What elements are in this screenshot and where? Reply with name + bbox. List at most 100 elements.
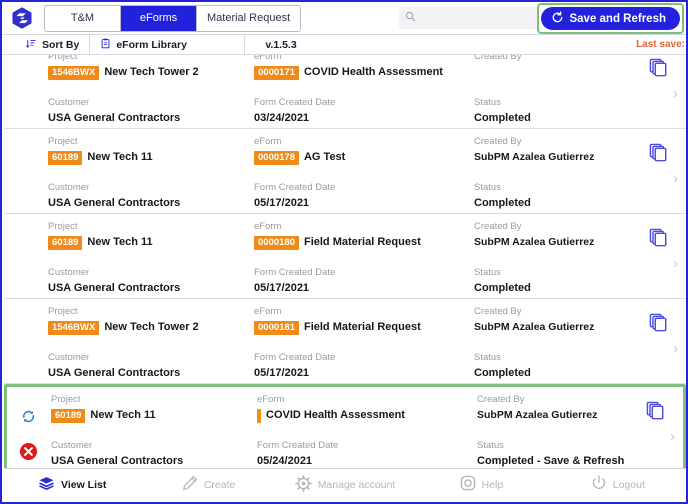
nav-item-manage-account[interactable]: Manage account [277,469,413,500]
project-value: 60189 New Tech 11 [48,235,254,250]
eform-name: COVID Health Assessment [303,66,443,78]
created-by-label: Created By [477,394,525,405]
list-toolbar: Sort By eForm Library v.1.5.3 Last save: [2,34,686,55]
chevron-right-icon[interactable]: › [673,171,678,186]
save-and-refresh-highlight: Save and Refresh [537,3,684,34]
table-row[interactable]: Project 60189 New Tech 11 Customer USA G… [4,129,686,214]
save-and-refresh-button[interactable]: Save and Refresh [541,7,680,30]
tab-tm[interactable]: T&M [45,5,121,31]
row-eform-column: eForm 0000181 Field Material Request For… [254,299,474,383]
eform-code-badge: 0000178 [254,150,299,165]
customer-value: USA General Contractors [48,282,181,294]
duplicate-icon[interactable] [649,228,668,252]
eform-library-label: eForm Library [116,38,187,51]
project-label: Project [48,221,78,232]
nav-item-create[interactable]: Create [140,469,276,500]
chevron-right-icon[interactable]: › [673,86,678,101]
bottom-navigation: View List Create Manage account Help Log… [4,468,686,500]
eform-name: COVID Health Assessment [266,409,405,421]
chevron-right-icon[interactable]: › [673,256,678,271]
nav-label-manage-account: Manage account [317,478,396,491]
form-created-date-label: Form Created Date [257,440,339,451]
nav-item-view-list[interactable]: View List [4,469,140,500]
chevron-right-icon[interactable]: › [673,341,678,356]
clipboard-icon [100,38,111,52]
row-status-icons [17,387,51,469]
project-code-badge: 1546BWX [48,65,100,80]
error-icon[interactable] [19,442,38,466]
form-created-date-value: 05/24/2021 [257,455,313,467]
project-name: New Tech Tower 2 [104,66,199,78]
eform-value: 0000180 Field Material Request [254,235,474,250]
sort-by-button[interactable]: Sort By [2,34,91,55]
eform-label: eForm [257,394,285,405]
status-label: Status [477,440,504,451]
customer-label: Customer [48,97,90,108]
status-value: Completed [474,112,531,124]
table-row[interactable]: Project 1546BWX New Tech Tower 2 Custome… [4,299,686,384]
tab-eforms[interactable]: eForms [121,5,197,31]
duplicate-icon[interactable] [649,313,668,337]
status-label: Status [474,267,501,278]
created-by-label: Created By [474,306,522,317]
project-code-badge: 1546BWX [48,320,100,335]
eform-value: 0000181 Field Material Request [254,320,474,335]
nav-label-view-list: View List [61,478,107,491]
power-icon [591,475,607,494]
status-label: Status [474,97,501,108]
form-created-date-label: Form Created Date [254,267,336,278]
eform-library-button[interactable]: eForm Library [90,34,246,55]
app-logo-icon [2,2,42,35]
created-by-label: Created By [474,221,522,232]
status-label: Status [474,352,501,363]
row-eform-column: eForm COVID Health Assessment Form Creat… [257,387,477,469]
sort-by-label: Sort By [42,38,80,51]
row-actions-column: › [646,387,683,469]
project-name: New Tech 11 [90,409,156,421]
tab-material-request[interactable]: Material Request [197,5,301,31]
table-row[interactable]: Project 1546BWX New Tech Tower 2 Custome… [4,46,686,129]
created-by-value: SubPM Azalea Gutierrez [477,409,598,421]
form-created-date-value: 03/24/2021 [254,112,310,124]
row-created-by-column: Created By Status Completed [474,46,644,128]
duplicate-icon[interactable] [649,143,668,167]
row-actions-column: › [644,46,686,128]
save-and-refresh-label: Save and Refresh [569,12,666,25]
status-value: Completed [474,197,531,209]
duplicate-icon[interactable] [646,401,665,425]
customer-label: Customer [48,267,90,278]
nav-item-logout[interactable]: Logout [550,469,686,500]
row-actions-column: › [644,214,686,298]
gear-icon [294,474,312,495]
table-row-highlighted[interactable]: Project 60189 New Tech 11 Customer USA G… [4,384,686,471]
chevron-right-icon[interactable]: › [670,429,675,444]
status-value: Completed [474,367,531,379]
eform-name: Field Material Request [303,321,421,333]
project-label: Project [51,394,81,405]
project-name: New Tech Tower 2 [104,321,199,333]
table-row[interactable]: Project 60189 New Tech 11 Customer USA G… [4,214,686,299]
eform-code-badge [257,408,261,423]
eform-label: eForm [254,306,282,317]
eforms-list[interactable]: Project 1546BWX New Tech Tower 2 Custome… [4,46,686,471]
form-created-date-label: Form Created Date [254,182,336,193]
eform-label: eForm [254,221,282,232]
form-created-date-label: Form Created Date [254,97,336,108]
row-project-column: Project 60189 New Tech 11 Customer USA G… [48,129,254,213]
row-project-column: Project 1546BWX New Tech Tower 2 Custome… [48,299,254,383]
customer-label: Customer [48,352,90,363]
row-project-column: Project 1546BWX New Tech Tower 2 Custome… [48,46,254,128]
created-by-label: Created By [474,136,522,147]
last-save-label: Last save: [636,39,685,50]
duplicate-icon[interactable] [649,58,668,82]
customer-value: USA General Contractors [48,112,181,124]
search-icon [405,9,416,27]
project-name: New Tech 11 [87,151,153,163]
row-eform-column: eForm 0000178 AG Test Form Created Date … [254,129,474,213]
lifebuoy-icon [460,475,476,494]
eform-name: Field Material Request [303,236,421,248]
sync-icon[interactable] [21,409,36,429]
pencil-icon [182,475,198,494]
nav-item-help[interactable]: Help [413,469,549,500]
customer-label: Customer [51,440,93,451]
